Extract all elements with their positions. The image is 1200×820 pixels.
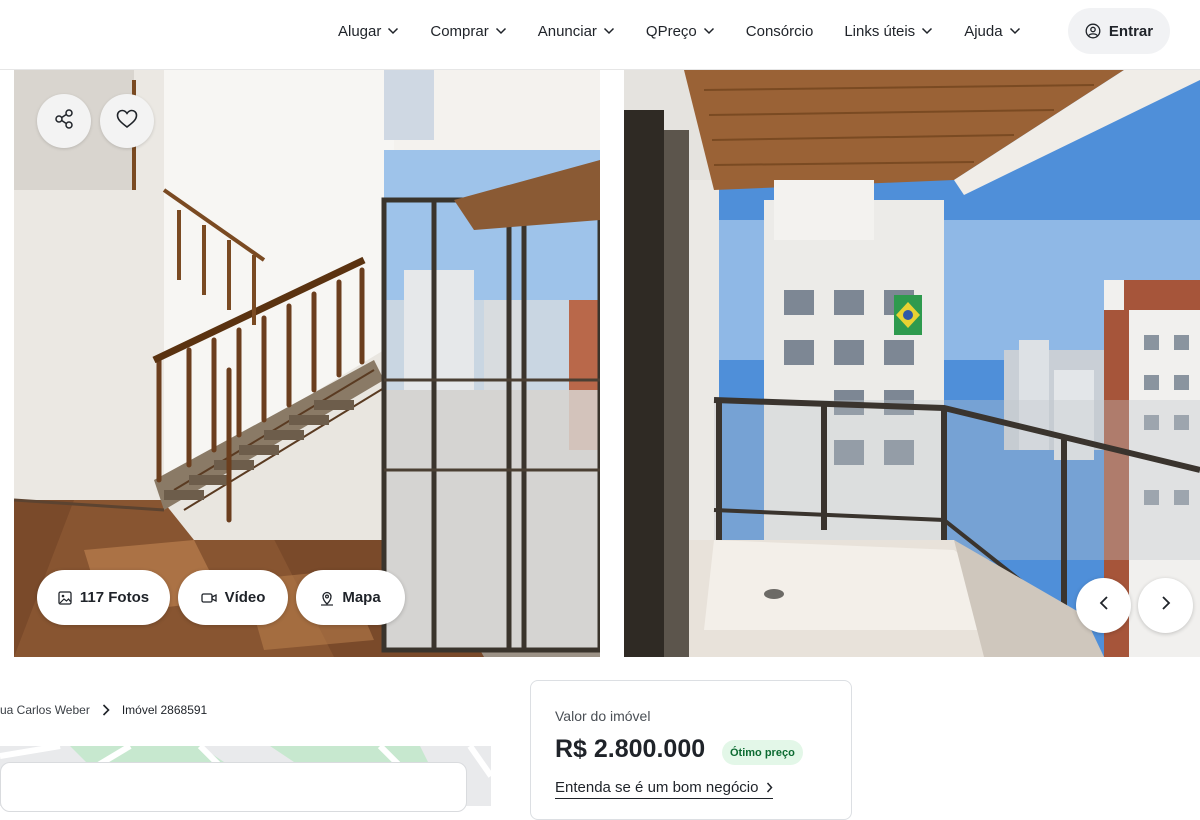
top-header: Alugar Comprar Anunciar QPreço Consórcio… <box>0 0 1200 70</box>
nav-item-consorcio[interactable]: Consórcio <box>746 23 814 40</box>
price-explainer-link[interactable]: Entenda se é um bom negócio <box>555 779 774 799</box>
next-photo-button[interactable] <box>1138 578 1193 633</box>
share-icon <box>53 108 75 135</box>
nav-label: Links úteis <box>844 22 916 40</box>
nav-item-links-uteis[interactable]: Links úteis <box>844 23 933 40</box>
nav-label: Anunciar <box>537 22 597 40</box>
nav-label: QPreço <box>645 22 697 40</box>
previous-photo-button[interactable] <box>1076 578 1131 633</box>
map-button[interactable]: Mapa <box>296 570 405 625</box>
nav-label: Consórcio <box>745 22 814 40</box>
nav-label: Comprar <box>430 22 489 40</box>
breadcrumb-current: Imóvel 2868591 <box>121 703 208 717</box>
nav-item-alugar[interactable]: Alugar <box>338 23 399 40</box>
chevron-down-icon <box>703 27 715 35</box>
heart-icon <box>116 109 138 134</box>
breadcrumb: ua Carlos Weber Imóvel 2868591 <box>0 703 207 717</box>
video-camera-icon <box>200 592 217 604</box>
nav-label: Alugar <box>338 22 382 40</box>
nav-item-qpreco[interactable]: QPreço <box>646 23 715 40</box>
user-circle-icon <box>1085 23 1101 39</box>
video-label: Vídeo <box>224 589 266 606</box>
price-label: Valor do imóvel <box>555 708 651 724</box>
chevron-right-icon <box>1161 595 1171 616</box>
chevron-left-icon <box>1099 595 1109 616</box>
listing-photo-staircase[interactable] <box>14 70 600 657</box>
nav-item-comprar[interactable]: Comprar <box>430 23 506 40</box>
chevron-down-icon <box>603 27 615 35</box>
map-info-card <box>0 762 467 812</box>
favorite-button[interactable] <box>100 94 154 148</box>
photos-label: 117 Fotos <box>79 589 150 606</box>
price-badge: Ótimo preço <box>722 740 803 765</box>
login-button[interactable]: Entrar <box>1068 8 1170 54</box>
price-value: R$ 2.800.000 <box>555 735 706 763</box>
nav-item-ajuda[interactable]: Ajuda <box>964 23 1020 40</box>
chevron-right-icon <box>766 782 773 793</box>
chevron-down-icon <box>921 27 933 35</box>
nav-label: Ajuda <box>964 22 1003 40</box>
photos-button[interactable]: 117 Fotos <box>37 570 170 625</box>
map-pin-icon <box>320 590 334 606</box>
chevron-right-icon <box>102 704 110 716</box>
video-button[interactable]: Vídeo <box>178 570 288 625</box>
share-button[interactable] <box>37 94 91 148</box>
chevron-down-icon <box>495 27 507 35</box>
chevron-down-icon <box>387 27 399 35</box>
nav-item-anunciar[interactable]: Anunciar <box>538 23 615 40</box>
main-nav: Alugar Comprar Anunciar QPreço Consórcio… <box>338 0 1052 62</box>
image-icon <box>58 590 72 605</box>
breadcrumb-street-link[interactable]: ua Carlos Weber <box>0 703 90 717</box>
price-explainer-label: Entenda se é um bom negócio <box>555 779 759 796</box>
price-card: Valor do imóvel R$ 2.800.000 Ótimo preço… <box>530 680 852 820</box>
listing-photo-balcony[interactable] <box>624 70 1200 657</box>
chevron-down-icon <box>1009 27 1021 35</box>
login-label: Entrar <box>1108 22 1154 40</box>
map-label: Mapa <box>342 589 381 606</box>
